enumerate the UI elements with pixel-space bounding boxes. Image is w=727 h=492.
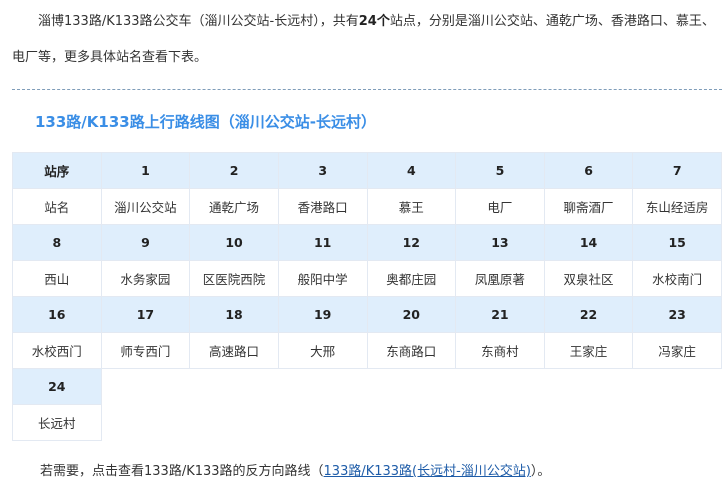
station-number: 9 — [100, 224, 191, 261]
station-name: 高速路口 — [189, 332, 279, 369]
station-name: 电厂 — [455, 188, 545, 225]
station-name: 水校南门 — [632, 260, 722, 297]
station-number-row: 站序 1 2 3 4 5 6 7 — [12, 152, 722, 189]
station-table: 站序 1 2 3 4 5 6 7 站名 淄川公交站 通乾广场 香港路口 慕王 电… — [12, 152, 722, 441]
empty-cell — [278, 404, 367, 441]
route-intro: 淄博133路/K133路公交车（淄川公交站-长远村），共有24个站点，分别是淄川… — [12, 4, 718, 76]
station-number: 3 — [277, 152, 368, 189]
station-number: 13 — [455, 224, 545, 261]
station-number: 24 — [12, 368, 102, 405]
station-number: 8 — [12, 224, 102, 261]
empty-cell — [455, 368, 545, 405]
empty-cell — [632, 404, 722, 441]
station-number: 20 — [366, 296, 457, 333]
empty-cell — [544, 368, 633, 405]
empty-cell — [101, 404, 190, 441]
station-name: 奥都庄园 — [366, 260, 457, 297]
station-count: 24个 — [358, 14, 390, 29]
station-number: 7 — [632, 152, 722, 189]
station-name: 淄川公交站 — [100, 188, 191, 225]
station-number: 11 — [277, 224, 368, 261]
station-name: 长远村 — [12, 404, 102, 441]
empty-cell — [632, 368, 722, 405]
empty-cell — [544, 404, 633, 441]
reverse-route-link[interactable]: 133路/K133路(长远村-淄川公交站) — [324, 464, 531, 479]
empty-cell — [189, 404, 279, 441]
name-header: 站名 — [12, 188, 102, 225]
station-name-row: 水校西门 师专西门 高速路口 大邢 东商路口 东商村 王家庄 冯家庄 — [12, 332, 722, 369]
station-name-row: 站名 淄川公交站 通乾广场 香港路口 慕王 电厂 聊斋酒厂 东山经适房 — [12, 188, 722, 225]
dashed-divider — [12, 89, 722, 90]
empty-cell — [455, 404, 545, 441]
station-number: 12 — [366, 224, 457, 261]
station-number: 6 — [543, 152, 634, 189]
station-number: 15 — [632, 224, 722, 261]
station-name-row: 长远村 — [12, 404, 722, 441]
station-name: 冯家庄 — [632, 332, 722, 369]
station-number: 21 — [455, 296, 545, 333]
station-number-row: 8 9 10 11 12 13 14 15 — [12, 224, 722, 261]
station-number: 18 — [189, 296, 279, 333]
station-number: 23 — [632, 296, 722, 333]
station-number: 22 — [543, 296, 634, 333]
station-number-row: 16 17 18 19 20 21 22 23 — [12, 296, 722, 333]
empty-cell — [278, 368, 367, 405]
station-name: 师专西门 — [100, 332, 191, 369]
station-number: 10 — [189, 224, 279, 261]
station-name: 东山经适房 — [632, 188, 722, 225]
station-name: 通乾广场 — [189, 188, 279, 225]
footer-suffix: ）。 — [530, 464, 551, 479]
station-number: 14 — [543, 224, 634, 261]
station-name: 大邢 — [277, 332, 368, 369]
station-number: 1 — [100, 152, 191, 189]
station-name: 慕王 — [366, 188, 457, 225]
empty-cell — [101, 368, 190, 405]
intro-text-1: 淄博133路/K133路公交车（淄川公交站-长远村），共有 — [38, 14, 359, 29]
station-number: 2 — [189, 152, 279, 189]
station-name: 双泉社区 — [543, 260, 634, 297]
seq-header: 站序 — [12, 152, 102, 189]
station-name: 聊斋酒厂 — [543, 188, 634, 225]
empty-cell — [189, 368, 279, 405]
station-name: 水务家园 — [100, 260, 191, 297]
station-name: 凤凰原著 — [455, 260, 545, 297]
station-name-row: 西山 水务家园 区医院西院 般阳中学 奥都庄园 凤凰原著 双泉社区 水校南门 — [12, 260, 722, 297]
station-number: 16 — [12, 296, 102, 333]
station-name: 般阳中学 — [277, 260, 368, 297]
station-name: 东商路口 — [366, 332, 457, 369]
reverse-route-note: 若需要，点击查看133路/K133路的反方向路线（133路/K133路(长远村-… — [40, 460, 550, 484]
station-name: 香港路口 — [277, 188, 368, 225]
footer-prefix: 若需要，点击查看133路/K133路的反方向路线（ — [40, 464, 324, 479]
empty-cell — [367, 368, 456, 405]
station-name: 区医院西院 — [189, 260, 279, 297]
station-number-row: 24 — [12, 368, 722, 405]
station-number: 4 — [366, 152, 457, 189]
station-number: 5 — [455, 152, 545, 189]
route-title: 133路/K133路上行路线图（淄川公交站-长远村） — [35, 113, 376, 131]
station-number: 19 — [277, 296, 368, 333]
empty-cell — [367, 404, 456, 441]
station-number: 17 — [100, 296, 191, 333]
station-name: 王家庄 — [543, 332, 634, 369]
station-name: 水校西门 — [12, 332, 102, 369]
station-name: 东商村 — [455, 332, 545, 369]
station-name: 西山 — [12, 260, 102, 297]
